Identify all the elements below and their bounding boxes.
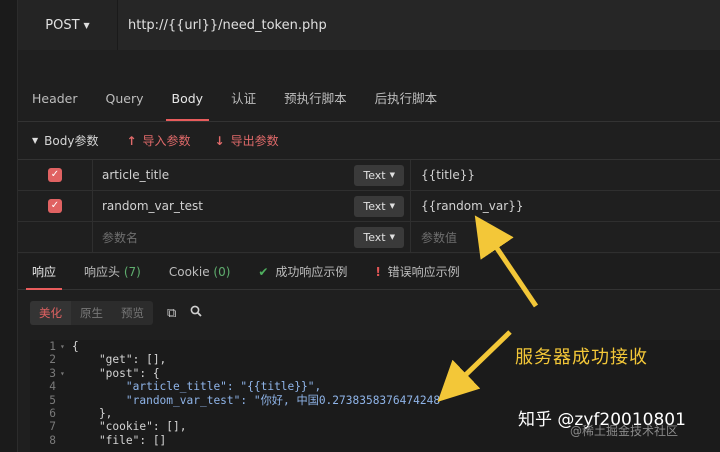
tab-post-script[interactable]: 后执行脚本 (361, 77, 452, 121)
error-circle-icon: ! (375, 264, 381, 279)
request-tabs: Header Query Body 认证 预执行脚本 后执行脚本 (18, 78, 720, 122)
param-type-label: Text (363, 168, 386, 182)
param-type-select[interactable]: Text ▼ (354, 164, 404, 186)
param-checkbox-cell (18, 221, 93, 253)
fold-toggle-icon (60, 420, 72, 433)
param-value-field[interactable]: {{random_var}} (411, 191, 720, 222)
tab-pre-script[interactable]: 预执行脚本 (270, 77, 361, 121)
new-param-value-field[interactable]: 参数值 (411, 222, 720, 253)
code-text: "post": { (72, 366, 160, 380)
param-value-field[interactable]: {{title}} (411, 160, 720, 191)
cookie-label: Cookie (168, 264, 210, 279)
cookie-count: (0) (213, 264, 231, 279)
export-params-label: 导出参数 (230, 134, 279, 148)
table-row: ✓ random_var_test Text ▼ {{random_var}} (18, 190, 720, 222)
fold-toggle-icon (60, 394, 72, 407)
success-example-label: 成功响应示例 (275, 264, 348, 279)
tab-auth[interactable]: 认证 (217, 77, 270, 121)
view-mode-raw[interactable]: 原生 (71, 301, 112, 325)
code-line: 4 "article_title": "{{title}}", (30, 380, 720, 393)
body-params-header: ▼ Body参数 ↑ 导入参数 ↓ 导出参数 (18, 122, 720, 160)
annotation-text: 服务器成功接收 (515, 347, 648, 368)
method-label: POST (45, 17, 80, 33)
response-tabs: 响应 响应头 (7) Cookie (0) ✔ 成功响应示例 ! 错误响应示例 (18, 254, 720, 290)
param-name: random_var_test (102, 199, 203, 213)
param-name-field[interactable]: article_title Text ▼ (93, 159, 411, 191)
line-number: 6 (49, 406, 56, 420)
param-checkbox[interactable]: ✓ (48, 199, 62, 213)
code-text: { (72, 340, 79, 353)
tab-header[interactable]: Header (18, 77, 92, 121)
code-text: "random_var_test": "你好, 中国0.273835837647… (72, 393, 447, 407)
response-headers-label: 响应头 (84, 264, 121, 279)
export-params-button[interactable]: ↓ 导出参数 (215, 132, 279, 149)
caret-down-icon: ▼ (83, 20, 90, 30)
caret-down-icon: ▼ (389, 202, 395, 210)
params-table: ✓ article_title Text ▼ {{title}} ✓ rando… (18, 159, 720, 253)
code-text: "file": [] (72, 433, 167, 447)
caret-down-icon: ▼ (389, 233, 395, 241)
tab-response-headers[interactable]: 响应头 (7) (70, 254, 155, 290)
fold-toggle-icon (60, 380, 72, 393)
line-number: 8 (49, 433, 56, 447)
code-text: }, (72, 406, 113, 420)
tab-response[interactable]: 响应 (18, 254, 70, 290)
watermark-sub: @稀土掘金技术社区 (570, 424, 679, 438)
line-number: 4 (49, 380, 56, 394)
copy-icon[interactable]: ⧉ (167, 306, 176, 321)
tab-cookie[interactable]: Cookie (0) (155, 254, 245, 290)
code-text: "get": [], (72, 353, 167, 367)
line-number: 1 (49, 340, 56, 353)
left-edge-panel (0, 0, 18, 452)
request-bar: POST ▼ http://{{url}}/need_token.php (18, 0, 720, 50)
collapse-triangle-icon[interactable]: ▼ (32, 136, 38, 145)
table-row: ✓ article_title Text ▼ {{title}} (18, 159, 720, 191)
check-circle-icon: ✔ (258, 264, 269, 279)
code-text: "cookie": [], (72, 420, 187, 434)
param-name-field[interactable]: random_var_test Text ▼ (93, 190, 411, 222)
param-type-select[interactable]: Text ▼ (354, 226, 404, 248)
line-number: 5 (49, 393, 56, 407)
method-select[interactable]: POST ▼ (18, 0, 118, 50)
search-icon[interactable] (190, 305, 202, 321)
param-type-label: Text (363, 199, 386, 213)
body-params-title: Body参数 (44, 134, 99, 148)
fold-toggle-icon (60, 407, 72, 420)
param-checkbox[interactable]: ✓ (48, 168, 62, 182)
response-headers-count: (7) (123, 264, 141, 279)
fold-toggle-icon (60, 353, 72, 366)
fold-toggle-icon[interactable]: ▾ (60, 367, 72, 380)
fold-toggle-icon (60, 434, 72, 447)
param-type-select[interactable]: Text ▼ (354, 195, 404, 217)
url-input[interactable]: http://{{url}}/need_token.php (118, 0, 720, 50)
view-mode-pretty[interactable]: 美化 (30, 301, 71, 325)
caret-down-icon: ▼ (389, 171, 395, 179)
arrow-up-icon: ↑ (126, 133, 137, 148)
import-params-button[interactable]: ↑ 导入参数 (126, 132, 190, 149)
param-name-placeholder: 参数名 (102, 230, 139, 245)
line-number: 2 (49, 353, 56, 367)
tab-body[interactable]: Body (158, 77, 218, 121)
table-row-new: 参数名 Text ▼ 参数值 (18, 221, 720, 253)
view-mode-switch: 美化 原生 预览 (30, 301, 153, 325)
fold-toggle-icon[interactable]: ▾ (60, 340, 72, 353)
new-param-name-field[interactable]: 参数名 Text ▼ (93, 221, 411, 253)
line-number: 3 (49, 366, 56, 380)
response-toolbar: 美化 原生 预览 ⧉ (18, 296, 720, 330)
tab-error-example[interactable]: ! 错误响应示例 (361, 254, 473, 290)
tab-query[interactable]: Query (92, 77, 158, 121)
param-name: article_title (102, 168, 170, 182)
param-checkbox-cell: ✓ (18, 159, 93, 191)
import-params-label: 导入参数 (142, 134, 191, 148)
view-mode-preview[interactable]: 预览 (112, 301, 153, 325)
line-number: 7 (49, 420, 56, 434)
arrow-down-icon: ↓ (214, 133, 225, 148)
param-checkbox-cell: ✓ (18, 190, 93, 222)
tab-success-example[interactable]: ✔ 成功响应示例 (244, 254, 361, 290)
param-type-label: Text (363, 230, 386, 244)
error-example-label: 错误响应示例 (387, 264, 460, 279)
code-text: "article_title": "{{title}}", (72, 380, 322, 394)
